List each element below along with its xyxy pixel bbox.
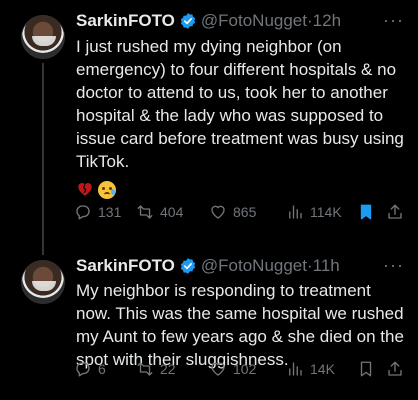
retweet-button[interactable]: 404 — [136, 203, 183, 221]
emoji-row — [76, 180, 116, 203]
tweet[interactable]: SarkinFOTO @FotoNugget · 12h ··· I just … — [0, 0, 418, 255]
timestamp[interactable]: 11h — [313, 256, 340, 276]
thread-line — [42, 63, 44, 255]
more-icon[interactable]: ··· — [383, 255, 404, 276]
like-button[interactable]: 865 — [209, 203, 256, 221]
avatar[interactable] — [21, 15, 65, 59]
share-icon — [388, 361, 402, 376]
retweet-count: 404 — [160, 204, 184, 220]
tweet-header: SarkinFOTO @FotoNugget · 11h — [76, 256, 340, 276]
bookmark-icon — [360, 204, 372, 220]
reply-count: 6 — [98, 361, 106, 377]
views-count: 114K — [310, 204, 342, 220]
more-icon[interactable]: ··· — [383, 10, 404, 31]
tweet-text: I just rushed my dying neighbor (on emer… — [76, 37, 404, 171]
avatar[interactable] — [21, 260, 65, 304]
timestamp[interactable]: 12h — [313, 11, 341, 31]
sad-tear-face-icon — [98, 181, 116, 199]
like-count: 865 — [233, 204, 257, 220]
author-handle[interactable]: @FotoNugget — [201, 11, 307, 31]
tweet-header: SarkinFOTO @FotoNugget · 12h — [76, 11, 341, 31]
verified-badge-icon — [180, 258, 196, 274]
reply-icon — [76, 362, 90, 377]
tweet-text: My neighbor is responding to treatment n… — [76, 281, 404, 369]
bookmark-button[interactable] — [357, 203, 375, 221]
author-name[interactable]: SarkinFOTO — [76, 11, 175, 31]
bookmark-icon — [360, 361, 372, 377]
bookmark-button[interactable] — [357, 360, 375, 378]
views-icon — [289, 362, 302, 376]
like-icon — [211, 362, 225, 376]
author-handle[interactable]: @FotoNugget — [201, 256, 307, 276]
views-button[interactable]: 114K — [286, 203, 342, 221]
like-button[interactable]: 102 — [209, 360, 256, 378]
share-button[interactable] — [386, 203, 404, 221]
views-button[interactable]: 14K — [286, 360, 335, 378]
retweet-icon — [137, 362, 153, 376]
retweet-count: 22 — [160, 361, 176, 377]
retweet-icon — [137, 205, 153, 219]
share-button[interactable] — [386, 360, 404, 378]
tweet[interactable]: SarkinFOTO @FotoNugget · 11h ··· My neig… — [0, 252, 418, 400]
like-icon — [211, 205, 225, 219]
author-name[interactable]: SarkinFOTO — [76, 256, 175, 276]
views-count: 14K — [310, 361, 335, 377]
share-icon — [388, 204, 402, 219]
reply-icon — [76, 205, 90, 220]
reply-count: 131 — [98, 204, 122, 220]
like-count: 102 — [233, 361, 257, 377]
views-icon — [289, 205, 302, 219]
broken-heart-icon — [76, 180, 94, 203]
retweet-button[interactable]: 22 — [136, 360, 176, 378]
reply-button[interactable]: 131 — [74, 203, 121, 221]
verified-badge-icon — [180, 13, 196, 29]
reply-button[interactable]: 6 — [74, 360, 106, 378]
